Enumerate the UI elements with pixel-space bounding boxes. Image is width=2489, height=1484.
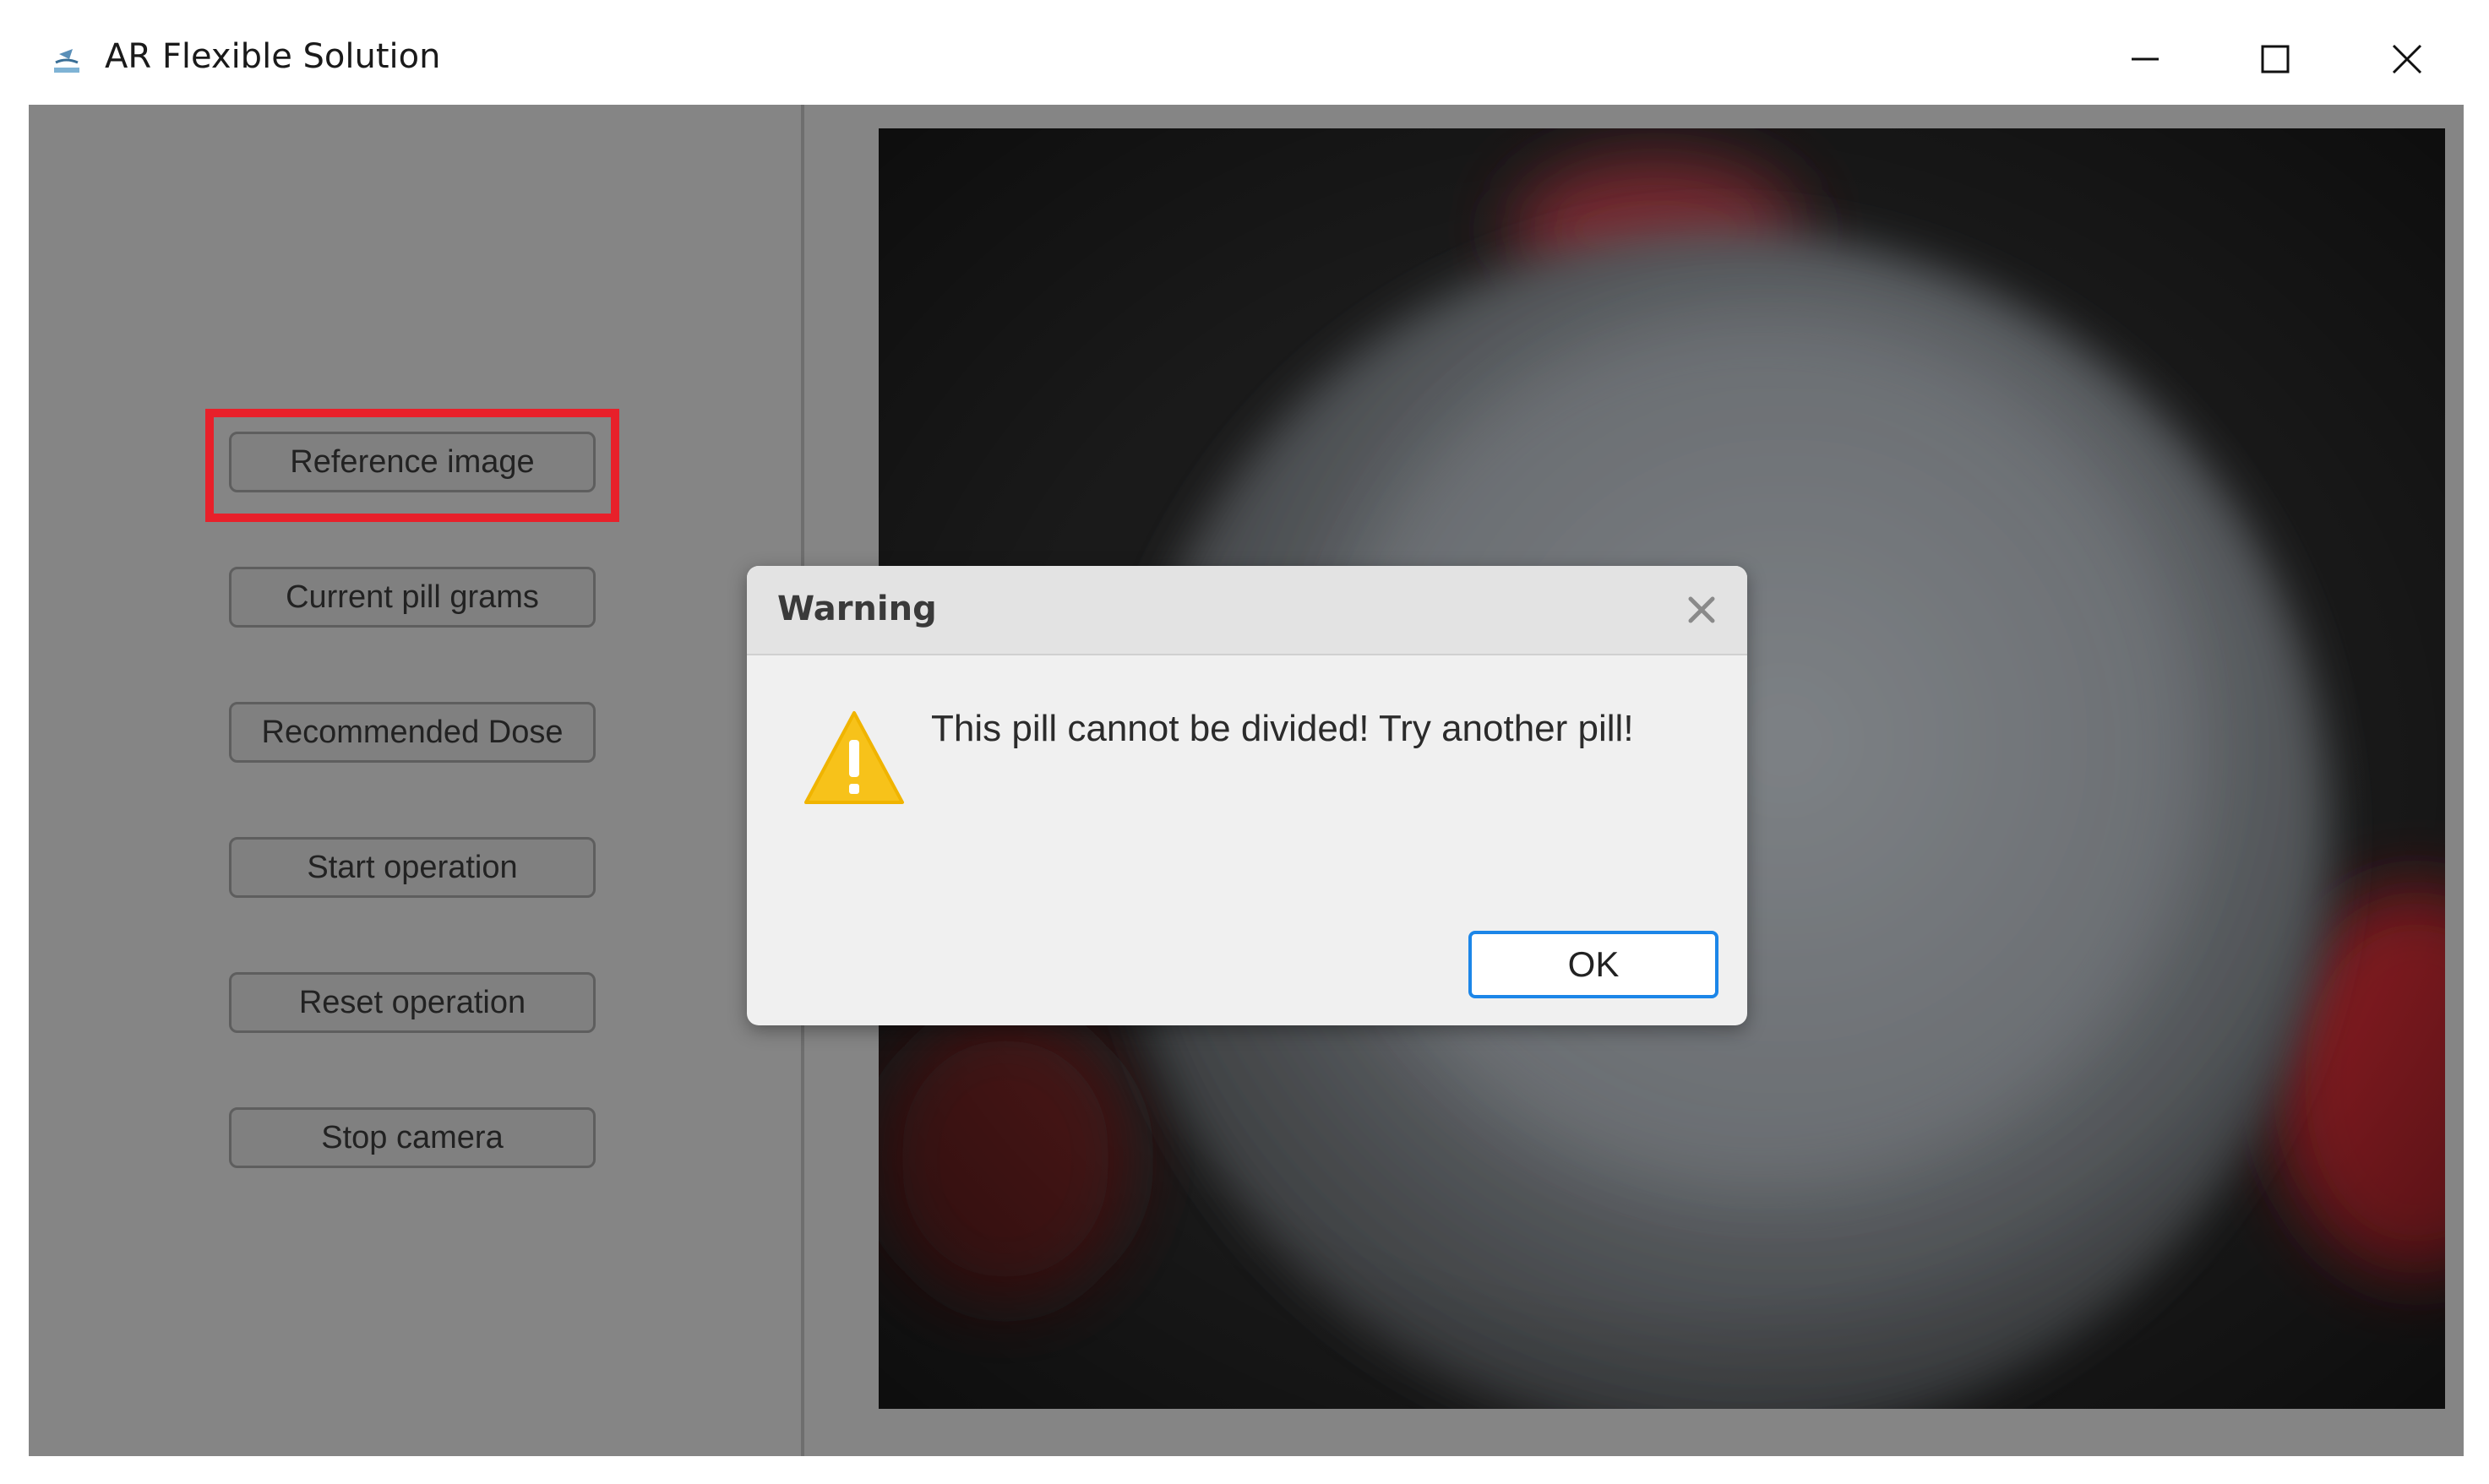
warning-triangle-icon [804, 711, 904, 804]
dialog-message: This pill cannot be divided! Try another… [931, 708, 1634, 749]
maximize-button[interactable] [2237, 25, 2313, 93]
recommended-dose-button[interactable]: Recommended Dose [229, 702, 596, 763]
dialog-header: Warning [747, 566, 1747, 655]
dialog-close-button[interactable] [1680, 588, 1724, 632]
app-logo-icon [49, 42, 84, 78]
maximize-icon [2261, 45, 2290, 73]
close-window-button[interactable] [2369, 25, 2445, 93]
current-pill-grams-button[interactable]: Current pill grams [229, 567, 596, 628]
highlight-annotation [205, 409, 619, 522]
close-icon [1688, 596, 1715, 623]
stop-camera-button[interactable]: Stop camera [229, 1107, 596, 1168]
dialog-title: Warning [777, 590, 937, 628]
minimize-icon [2132, 57, 2159, 61]
warning-dialog: Warning This pill cannot be divided! Try… [747, 566, 1747, 1025]
minimize-button[interactable] [2107, 25, 2183, 93]
start-operation-button[interactable]: Start operation [229, 837, 596, 898]
ok-button[interactable]: OK [1468, 931, 1718, 998]
title-bar: AR Flexible Solution [0, 0, 2489, 105]
reset-operation-button[interactable]: Reset operation [229, 972, 596, 1033]
window-title: AR Flexible Solution [105, 37, 441, 76]
close-icon [2392, 44, 2422, 74]
